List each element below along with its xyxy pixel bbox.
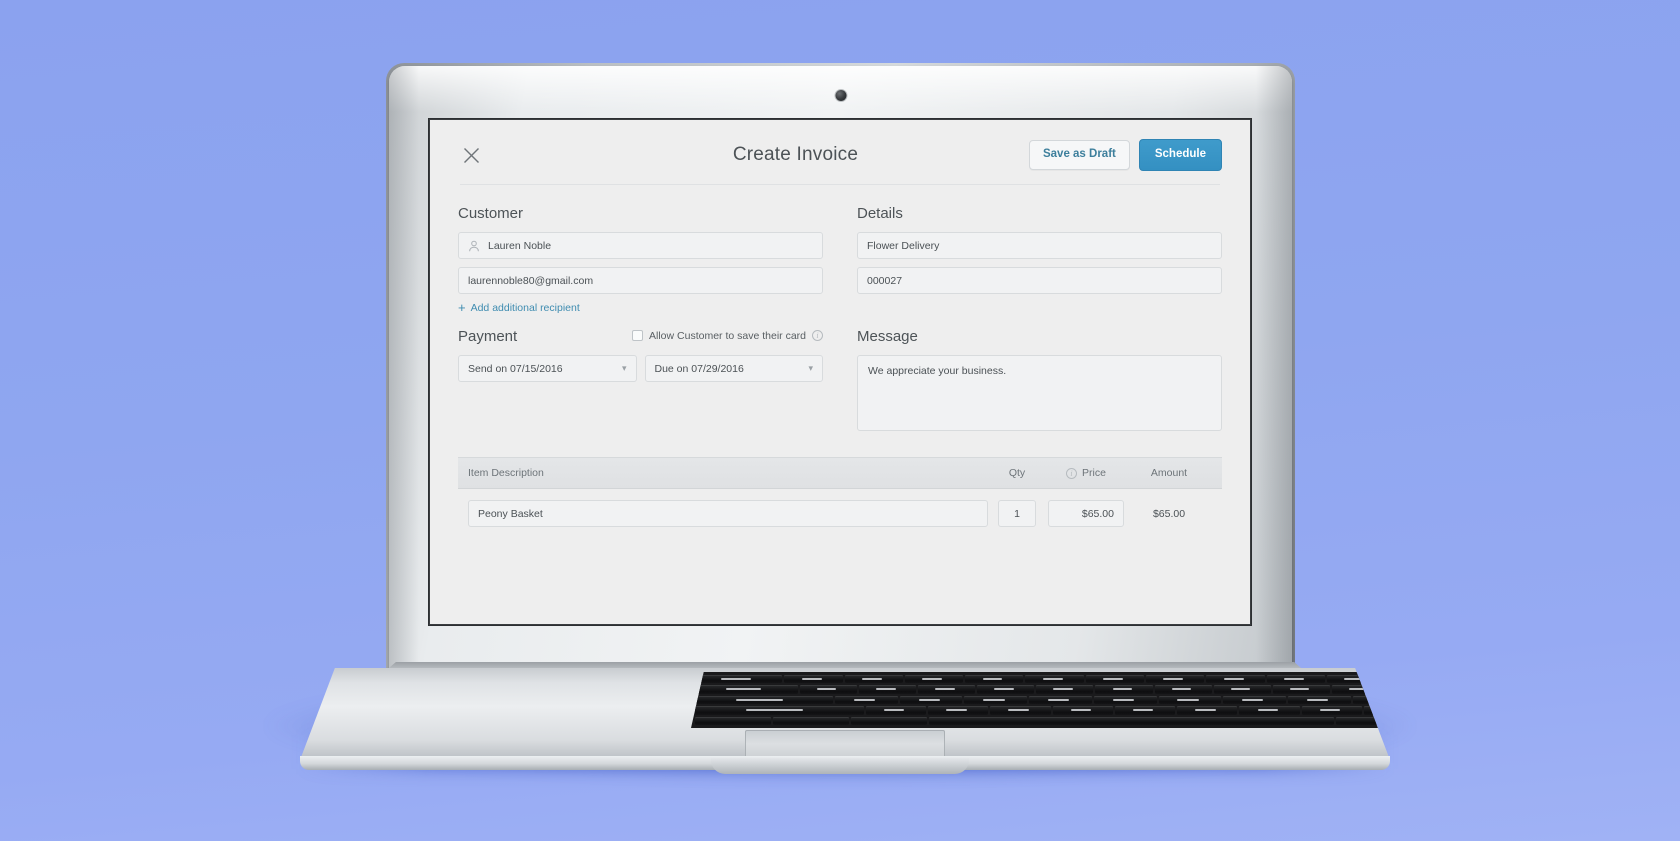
payment-date-row: Send on 07/15/2016 ▾ Due on 07/29/2016 ▾ [458,355,823,382]
laptop-device: Create Invoice Save as Draft Schedule Cu… [0,0,1680,841]
top-form-grid: Customer Lauren Noble laurennoble80@gmai… [458,205,1222,314]
app-header: Create Invoice Save as Draft Schedule [458,120,1222,184]
add-additional-recipient-link[interactable]: + Add additional recipient [458,301,823,314]
schedule-button[interactable]: Schedule [1138,139,1222,171]
customer-section: Customer Lauren Noble laurennoble80@gmai… [458,205,823,314]
due-on-date-select[interactable]: Due on 07/29/2016 ▾ [644,355,823,382]
header-actions: Save as Draft Schedule [1028,139,1222,171]
column-header-qty: Qty [1008,467,1026,479]
laptop-front-notch [711,758,969,774]
line-item-amount-value: $65.00 [1152,507,1186,520]
customer-name-value: Lauren Noble [488,239,552,252]
line-item-description-input[interactable]: Peony Basket [468,500,988,527]
line-items-header: Item Description Qty i Price Amount [458,457,1222,489]
chevron-down-icon: ▾ [808,363,813,373]
column-header-description: Item Description [468,467,544,479]
details-section: Details Flower Delivery 000027 [857,205,1222,314]
customer-name-input[interactable]: Lauren Noble [458,232,823,259]
keyboard-row [695,695,1390,705]
lid-right-shading [1256,66,1292,686]
column-header-amount: Amount [1150,467,1188,479]
payment-section-title: Payment [458,328,518,345]
line-item-description-cell: Peony Basket [468,500,988,527]
close-x-icon[interactable] [458,142,484,168]
payment-header-row: Payment Allow Customer to save their car… [458,328,823,345]
lid-left-shading [389,66,419,686]
add-recipient-label: Add additional recipient [470,301,580,314]
line-items-table: Item Description Qty i Price Amount Peon… [458,457,1222,527]
person-icon [468,240,480,252]
bottom-form-grid: Payment Allow Customer to save their car… [458,328,1222,431]
keyboard-row [695,675,1390,684]
header-divider [460,184,1220,185]
save-as-draft-button[interactable]: Save as Draft [1028,140,1130,170]
lid-glare [389,66,1292,112]
line-item-price-input[interactable]: $65.00 [1048,500,1124,527]
info-icon[interactable]: i [812,330,823,341]
chevron-down-icon: ▾ [621,363,627,373]
line-item-qty-cell: 1 [988,500,1046,527]
page-title: Create Invoice [732,144,859,165]
column-header-price-label: Price [1082,467,1106,479]
invoice-number-value: 000027 [867,274,903,287]
screen-bezel: Create Invoice Save as Draft Schedule Cu… [428,118,1252,626]
message-section: Message We appreciate your business. [857,328,1222,431]
message-textarea[interactable]: We appreciate your business. [857,355,1222,431]
line-item-price-cell: $65.00 [1046,500,1126,527]
keyboard-row [695,706,1390,715]
keyboard-row [695,685,1390,694]
allow-save-card-label: Allow Customer to save their card [649,329,806,342]
laptop-base-body [300,668,1390,760]
customer-email-input[interactable]: laurennoble80@gmail.com [458,267,823,294]
webcam-dot-icon [835,90,846,101]
keyboard [691,672,1390,728]
screen: Create Invoice Save as Draft Schedule Cu… [430,120,1250,624]
laptop-base [0,662,1680,798]
invoice-description-value: Flower Delivery [867,239,940,252]
trackpad[interactable] [745,730,945,758]
keyboard-row [695,716,1390,726]
laptop-lid: Create Invoice Save as Draft Schedule Cu… [389,66,1292,686]
invoice-number-input[interactable]: 000027 [857,267,1222,294]
customer-email-value: laurennoble80@gmail.com [468,274,594,287]
allow-save-card-option[interactable]: Allow Customer to save their card i [632,330,823,342]
details-section-title: Details [857,205,903,222]
send-on-date-value: Send on 07/15/2016 [468,362,563,375]
invoice-description-input[interactable]: Flower Delivery [857,232,1222,259]
due-on-date-value: Due on 07/29/2016 [654,362,744,375]
customer-section-title: Customer [458,205,524,222]
send-on-date-select[interactable]: Send on 07/15/2016 ▾ [458,355,637,382]
line-item-qty-input[interactable]: 1 [998,500,1036,527]
allow-save-card-checkbox[interactable] [632,330,644,341]
info-icon[interactable]: i [1066,467,1078,479]
payment-section: Payment Allow Customer to save their car… [458,328,823,431]
plus-icon: + [458,300,466,315]
table-row: Peony Basket 1 $65.00 $65.00 [458,489,1222,527]
column-header-price: i Price [1046,467,1126,479]
invoice-app: Create Invoice Save as Draft Schedule Cu… [430,120,1250,624]
message-section-title: Message [857,328,918,345]
